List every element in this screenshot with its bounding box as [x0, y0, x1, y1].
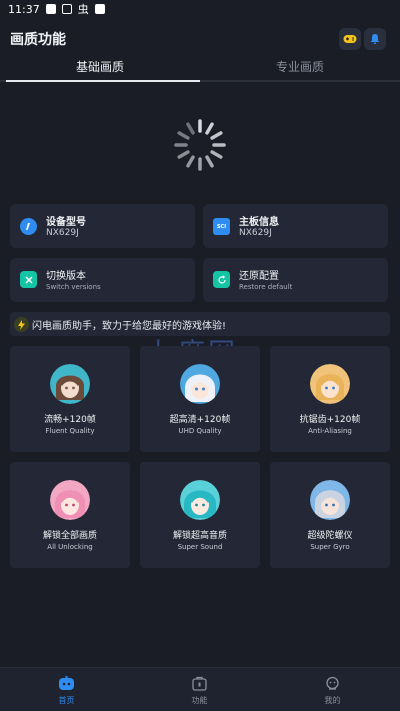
switch-version-button[interactable]: 切换版本 Switch versions: [10, 258, 195, 302]
feature-super-sound[interactable]: 解锁超高音质 Super Sound: [140, 462, 260, 568]
feature-anti-aliasing[interactable]: 抗锯齿+120帧 Anti-Aliasing: [270, 346, 390, 452]
status-time: 11:37: [8, 2, 40, 16]
device-model-value: NX629J: [46, 228, 79, 238]
nav-item-home[interactable]: 首页: [0, 668, 133, 711]
loading-spinner-icon: [174, 119, 226, 171]
feature-subtitle: Super Gyro: [310, 543, 350, 551]
game-mode-button[interactable]: [339, 28, 361, 50]
notification-icon: [45, 4, 56, 14]
restore-default-subtitle: Restore default: [239, 283, 293, 291]
feature-title: 解锁全部画质: [42, 531, 97, 541]
feature-subtitle: Anti-Aliasing: [308, 427, 352, 435]
feature-all-unlocking[interactable]: 解锁全部画质 All Unlocking: [10, 462, 130, 568]
nav-item-label: 我的: [324, 696, 341, 705]
lightning-icon: [14, 317, 29, 332]
debug-icon: 虫: [77, 3, 89, 16]
app-header: 画质功能: [0, 24, 400, 52]
tab-pro-quality[interactable]: 专业画质: [200, 56, 400, 78]
device-model-label: 设备型号: [46, 217, 86, 228]
feature-title: 超高清+120帧: [169, 415, 231, 425]
notification-icon: [94, 4, 105, 14]
avatar-pink-hair: [50, 480, 90, 520]
feature-title: 超级陀螺仪: [307, 531, 353, 541]
feature-subtitle: UHD Quality: [178, 427, 222, 435]
tab-indicator: [6, 80, 200, 82]
feature-title: 解锁超高音质: [172, 531, 227, 541]
board-info-value: NX629J: [239, 228, 272, 238]
feature-fluent-quality[interactable]: 流畅+120帧 Fluent Quality: [10, 346, 130, 452]
avatar-white-hair: [180, 364, 220, 404]
switch-version-title: 切换版本: [46, 271, 86, 282]
board-info-card: SCI 主板信息 NX629J: [203, 204, 388, 248]
board-info-label: 主板信息: [239, 217, 279, 228]
switch-icon: [20, 271, 37, 288]
gamepad-icon: [343, 35, 357, 43]
avatar-teal-hair: [180, 480, 220, 520]
home-icon: [59, 676, 74, 690]
feature-uhd-quality[interactable]: 超高清+120帧 UHD Quality: [140, 346, 260, 452]
notification-icon: [61, 4, 72, 14]
profile-icon: [326, 676, 339, 690]
feature-title: 抗锯齿+120帧: [299, 415, 361, 425]
info-icon: [20, 218, 37, 235]
quality-tabs: 基础画质 专业画质: [0, 56, 400, 82]
announcement-bar: 闪电画质助手，致力于给您最好的游戏体验!: [10, 312, 390, 336]
bell-icon: [370, 34, 380, 44]
avatar-silver-hair: [310, 480, 350, 520]
bottom-navigation: 首页 功能 我的: [0, 667, 400, 711]
avatar-brown-hair: [50, 364, 90, 404]
feature-super-gyro[interactable]: 超级陀螺仪 Super Gyro: [270, 462, 390, 568]
toolbox-icon: [192, 676, 207, 691]
switch-version-subtitle: Switch versions: [46, 283, 101, 291]
restore-default-button[interactable]: 还原配置 Restore default: [203, 258, 388, 302]
feature-subtitle: Super Sound: [177, 543, 223, 551]
status-bar: 11:37 虫: [0, 0, 400, 18]
restore-default-title: 还原配置: [239, 271, 279, 282]
tab-basic-quality[interactable]: 基础画质: [0, 56, 200, 78]
feature-subtitle: All Unlocking: [47, 543, 93, 551]
feature-title: 流畅+120帧: [44, 415, 96, 425]
chip-icon: SCI: [213, 218, 230, 235]
nav-item-label: 功能: [191, 696, 208, 705]
nav-item-profile[interactable]: 我的: [266, 668, 399, 711]
feature-subtitle: Fluent Quality: [45, 427, 95, 435]
restore-icon: [213, 271, 230, 288]
announcement-text: 闪电画质助手，致力于给您最好的游戏体验!: [32, 321, 227, 332]
nav-item-features[interactable]: 功能: [133, 668, 266, 711]
page-title: 画质功能: [10, 32, 66, 48]
notification-button[interactable]: [364, 28, 386, 50]
avatar-blonde-hair: [310, 364, 350, 404]
nav-item-label: 首页: [58, 696, 75, 705]
device-model-card: 设备型号 NX629J: [10, 204, 195, 248]
